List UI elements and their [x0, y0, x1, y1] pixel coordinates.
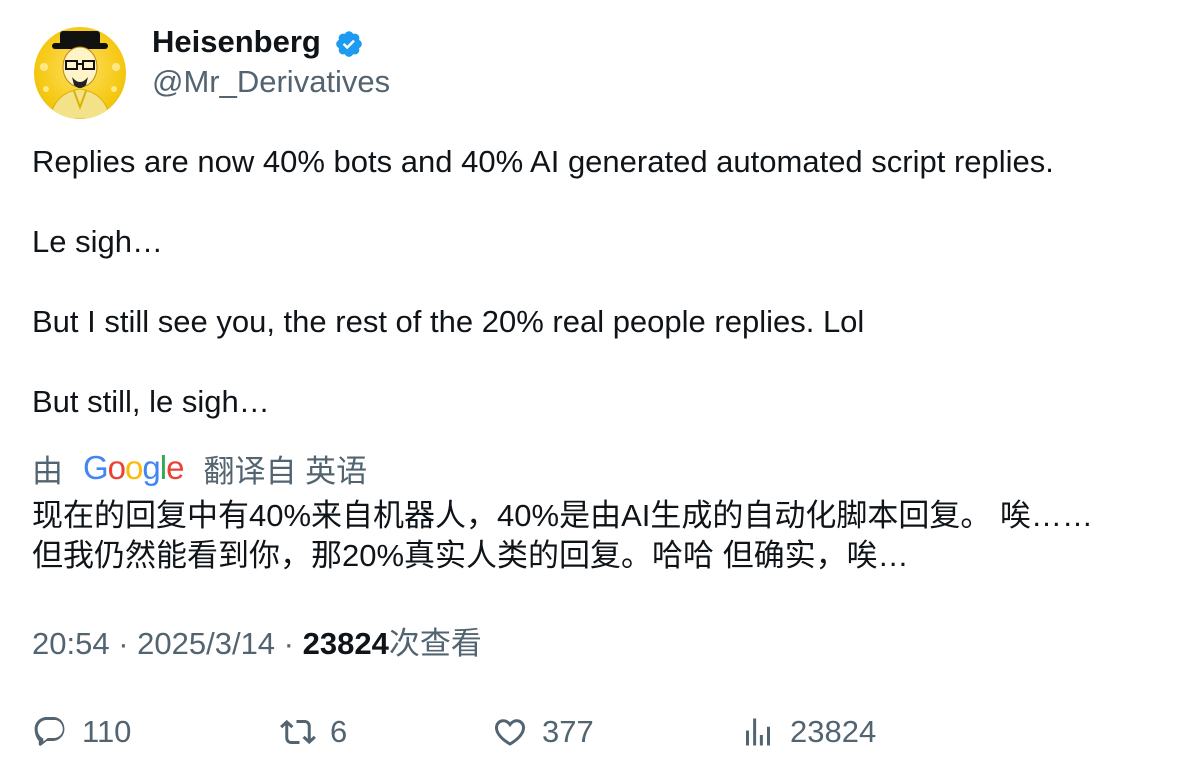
translation-prefix: 由 — [32, 453, 63, 489]
google-logo-letter: o — [125, 449, 143, 486]
meta-separator: · — [109, 626, 138, 661]
tweet-paragraph: But I still see you, the rest of the 20%… — [32, 304, 865, 339]
tweet-date[interactable]: 2025/3/14 — [137, 626, 275, 661]
tweet-meta: 20:54 · 2025/3/14 · 23824次查看 — [32, 624, 482, 664]
views-button[interactable]: 23824 — [740, 712, 876, 752]
google-logo-letter: g — [142, 449, 160, 486]
like-count: 377 — [542, 714, 594, 749]
heart-icon — [494, 719, 526, 746]
translation-suffix: 翻译自 英语 — [203, 453, 368, 489]
user-handle[interactable]: @Mr_Derivatives — [152, 62, 390, 102]
heisenberg-portrait-icon — [40, 31, 120, 119]
google-logo-letter: G — [83, 449, 109, 486]
avatar[interactable] — [34, 27, 126, 119]
analytics-icon — [746, 718, 770, 746]
views-count: 23824 — [302, 626, 389, 661]
retweet-count: 6 — [330, 714, 348, 749]
display-name[interactable]: Heisenberg — [152, 22, 321, 62]
verified-badge-icon — [336, 31, 362, 57]
meta-separator: · — [275, 626, 303, 661]
tweet-text: Replies are now 40% bots and 40% AI gene… — [32, 142, 1162, 422]
translated-line: 现在的回复中有40%来自机器人，40%是由AI生成的自动化脚本回复。 唉…… — [32, 498, 1093, 533]
tweet-time[interactable]: 20:54 — [32, 626, 110, 661]
translated-text: 现在的回复中有40%来自机器人，40%是由AI生成的自动化脚本回复。 唉…… 但… — [32, 496, 1172, 576]
views-action-count: 23824 — [790, 714, 877, 749]
tweet-paragraph: Le sigh… — [32, 224, 163, 259]
google-logo-letter: o — [107, 449, 126, 486]
translation-attribution[interactable]: 由 Google 翻译自 英语 — [32, 448, 368, 489]
google-logo-letter: e — [166, 449, 184, 486]
reply-button[interactable]: 110 — [32, 712, 131, 752]
reply-icon — [34, 717, 65, 746]
google-logo: Google — [83, 449, 184, 487]
tweet-paragraph: But still, le sigh… — [32, 384, 270, 419]
translated-line: 但我仍然能看到你，那20%真实人类的回复。哈哈 但确实，唉… — [32, 538, 909, 573]
retweet-button[interactable]: 6 — [280, 712, 347, 752]
tweet-paragraph: Replies are now 40% bots and 40% AI gene… — [32, 144, 1054, 179]
reply-count: 110 — [82, 714, 132, 749]
retweet-icon — [280, 719, 316, 745]
views-label: 次查看 — [388, 626, 482, 661]
like-button[interactable]: 377 — [492, 712, 594, 752]
